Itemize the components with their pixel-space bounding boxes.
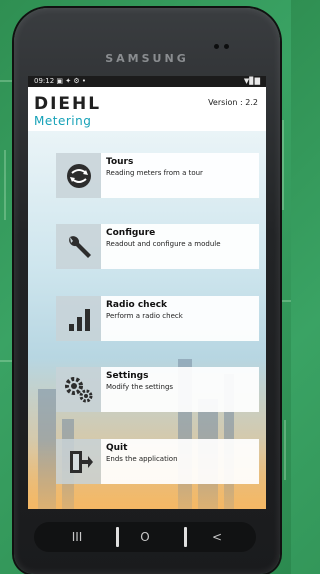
device-brand: SAMSUNG (105, 52, 189, 65)
pcb-trace (0, 80, 14, 82)
signal-bars-icon (56, 296, 101, 341)
pcb-trace (280, 300, 291, 302)
menu-item-text: Tours Reading meters from a tour (101, 153, 259, 198)
menu-item-text: Settings Modify the settings (101, 367, 259, 412)
pcb-trace (282, 120, 284, 210)
status-signal-battery-icons: ▼▊▇ (243, 77, 260, 85)
phone-screen: 09:12 ▣ ✦ ⚙ • ▼▊▇ DIEHL Metering Version… (28, 76, 266, 509)
status-notification-icons: ▣ ✦ ⚙ • (56, 77, 86, 85)
navigation-bar: III O < (34, 522, 256, 552)
version-label: Version : 2.2 (208, 98, 258, 107)
menu-item-title: Quit (106, 443, 128, 453)
menu-item-text: Configure Readout and configure a module (101, 224, 259, 269)
main-menu-area: Tours Reading meters from a tour Configu… (28, 131, 266, 509)
exit-door-icon (56, 439, 101, 484)
app-header: DIEHL Metering Version : 2.2 (28, 87, 266, 131)
front-camera-icon (214, 44, 219, 49)
recents-button[interactable]: III (52, 522, 102, 552)
menu-item-text: Quit Ends the application (101, 439, 259, 484)
back-button[interactable]: < (192, 522, 242, 552)
pcb-trace (4, 150, 6, 220)
menu-item-description: Reading meters from a tour (106, 169, 203, 177)
nav-divider (184, 527, 187, 547)
menu-item-description: Readout and configure a module (106, 240, 221, 248)
menu-item-text: Radio check Perform a radio check (101, 296, 259, 341)
menu-item-radio-check[interactable]: Radio check Perform a radio check (56, 296, 259, 341)
home-button[interactable]: O (120, 522, 170, 552)
pcb-trace (0, 360, 12, 362)
metering-logo: Metering (34, 114, 92, 128)
status-time: 09:12 (34, 77, 55, 85)
proximity-sensor-icon (224, 44, 229, 49)
menu-item-description: Ends the application (106, 455, 178, 463)
menu-item-tours[interactable]: Tours Reading meters from a tour (56, 153, 259, 198)
menu-item-quit[interactable]: Quit Ends the application (56, 439, 259, 484)
menu-item-configure[interactable]: Configure Readout and configure a module (56, 224, 259, 269)
nav-divider (116, 527, 119, 547)
status-left: 09:12 ▣ ✦ ⚙ • (34, 76, 86, 87)
pcb-trace (284, 420, 286, 480)
menu-item-title: Tours (106, 157, 134, 167)
menu-item-description: Perform a radio check (106, 312, 183, 320)
menu-item-title: Settings (106, 371, 149, 381)
gears-icon (56, 367, 101, 412)
menu-item-title: Radio check (106, 300, 168, 310)
menu-item-description: Modify the settings (106, 383, 174, 391)
menu-item-settings[interactable]: Settings Modify the settings (56, 367, 259, 412)
wrench-icon (56, 224, 101, 269)
menu-item-title: Configure (106, 228, 156, 238)
diehl-logo: DIEHL (34, 94, 102, 114)
phone-device: SAMSUNG 09:12 ▣ ✦ ⚙ • ▼▊▇ DIEHL Metering… (14, 8, 280, 574)
status-bar: 09:12 ▣ ✦ ⚙ • ▼▊▇ (28, 76, 266, 87)
globe-arrows-icon (56, 153, 101, 198)
